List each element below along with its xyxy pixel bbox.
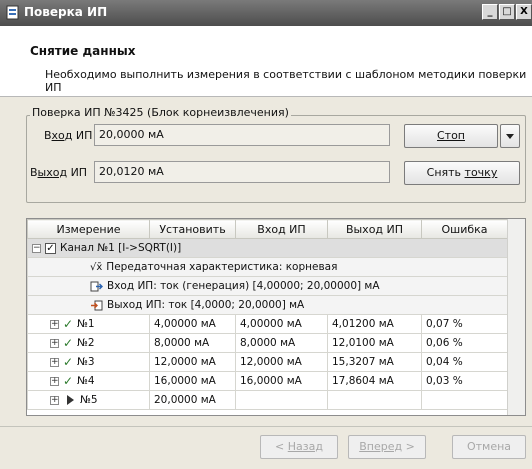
info-row: Вход ИП: ток (генерация) [4,00000; 20,00… bbox=[27, 276, 508, 296]
expand-icon[interactable]: + bbox=[50, 319, 59, 329]
info-row: √x̄ Передаточная характеристика: корневая bbox=[27, 257, 508, 277]
minimize-button[interactable]: _ bbox=[482, 4, 498, 20]
stop-button[interactable]: Стоп bbox=[404, 124, 498, 148]
checkmark-icon: ✓ bbox=[63, 336, 74, 350]
vertical-scrollbar[interactable] bbox=[507, 219, 525, 415]
maximize-button[interactable]: □ bbox=[499, 4, 515, 20]
input-range: Вход ИП: ток (генерация) [4,00000; 20,00… bbox=[107, 280, 380, 292]
page-title: Снятие данных bbox=[30, 44, 136, 58]
column-header[interactable]: Ошибка bbox=[421, 219, 508, 239]
measurement-table[interactable]: Измерение Установить Вход ИП Выход ИП Ош… bbox=[26, 218, 526, 416]
column-header[interactable]: Измерение bbox=[27, 219, 150, 239]
table-row[interactable]: + ✓ №1 4,00000 мА 4,00000 мА 4,01200 мА 0,… bbox=[27, 314, 508, 334]
current-point-icon bbox=[67, 395, 74, 405]
take-point-button[interactable]: Снять точку bbox=[404, 161, 520, 185]
input-value-field: 20,0000 мА bbox=[94, 124, 390, 146]
output-range: Выход ИП: ток [4,0000; 20,0000] мА bbox=[107, 299, 305, 311]
input-label: Вход ИП bbox=[44, 129, 93, 142]
transfer-characteristic: Передаточная характеристика: корневая bbox=[106, 261, 338, 273]
app-icon bbox=[6, 5, 19, 20]
table-row[interactable]: + №5 20,0000 мА bbox=[27, 390, 508, 410]
sqrt-icon: √x̄ bbox=[90, 262, 103, 273]
window-title: Поверка ИП bbox=[24, 5, 108, 19]
page-subtitle: Необходимо выполнить измерения в соответ… bbox=[45, 68, 527, 94]
expand-icon[interactable]: + bbox=[50, 395, 59, 405]
close-button[interactable]: X bbox=[516, 4, 532, 20]
output-signal-icon bbox=[91, 300, 103, 310]
output-label: Выход ИП bbox=[30, 166, 88, 179]
output-value-field: 20,0120 мА bbox=[94, 161, 390, 183]
column-header[interactable]: Вход ИП bbox=[235, 219, 328, 239]
title-bar[interactable]: Поверка ИП _ □ X bbox=[0, 0, 532, 26]
stop-dropdown-button[interactable] bbox=[500, 124, 520, 148]
expand-icon[interactable]: + bbox=[50, 376, 59, 386]
channel-row[interactable]: − ✓ Канал №1 [I->SQRT(I)] bbox=[27, 238, 508, 258]
table-row[interactable]: + ✓ №2 8,0000 мА 8,0000 мА 12,0100 мА 0,06… bbox=[27, 333, 508, 353]
checkmark-icon: ✓ bbox=[63, 355, 74, 369]
wizard-header: Снятие данных Необходимо выполнить измер… bbox=[0, 26, 532, 97]
next-button[interactable]: Вперед > bbox=[348, 435, 426, 459]
channel-label: Канал №1 [I->SQRT(I)] bbox=[60, 242, 182, 254]
checkmark-icon: ✓ bbox=[63, 317, 74, 331]
table-header-row: Измерение Установить Вход ИП Выход ИП Ош… bbox=[27, 219, 508, 239]
info-row: Выход ИП: ток [4,0000; 20,0000] мА bbox=[27, 295, 508, 315]
footer-divider bbox=[0, 426, 532, 427]
collapse-icon[interactable]: − bbox=[32, 243, 41, 253]
expand-icon[interactable]: + bbox=[50, 338, 59, 348]
group-caption: Поверка ИП №3425 (Блок корнеизвлечения) bbox=[30, 106, 291, 119]
checkmark-icon: ✓ bbox=[63, 374, 74, 388]
expand-icon[interactable]: + bbox=[50, 357, 59, 367]
table-row[interactable]: + ✓ №4 16,0000 мА 16,0000 мА 17,8604 мА 0,… bbox=[27, 371, 508, 391]
input-signal-icon bbox=[90, 281, 103, 291]
chevron-down-icon bbox=[506, 134, 514, 139]
dialog-window: Поверка ИП _ □ X Снятие данных Необходим… bbox=[0, 0, 532, 469]
column-header[interactable]: Выход ИП bbox=[327, 219, 422, 239]
channel-checkbox[interactable]: ✓ bbox=[45, 242, 56, 254]
column-header[interactable]: Установить bbox=[149, 219, 236, 239]
cancel-button[interactable]: Отмена bbox=[452, 435, 526, 459]
back-button[interactable]: < Назад bbox=[260, 435, 338, 459]
table-row[interactable]: + ✓ №3 12,0000 мА 12,0000 мА 15,3207 мА 0,… bbox=[27, 352, 508, 372]
